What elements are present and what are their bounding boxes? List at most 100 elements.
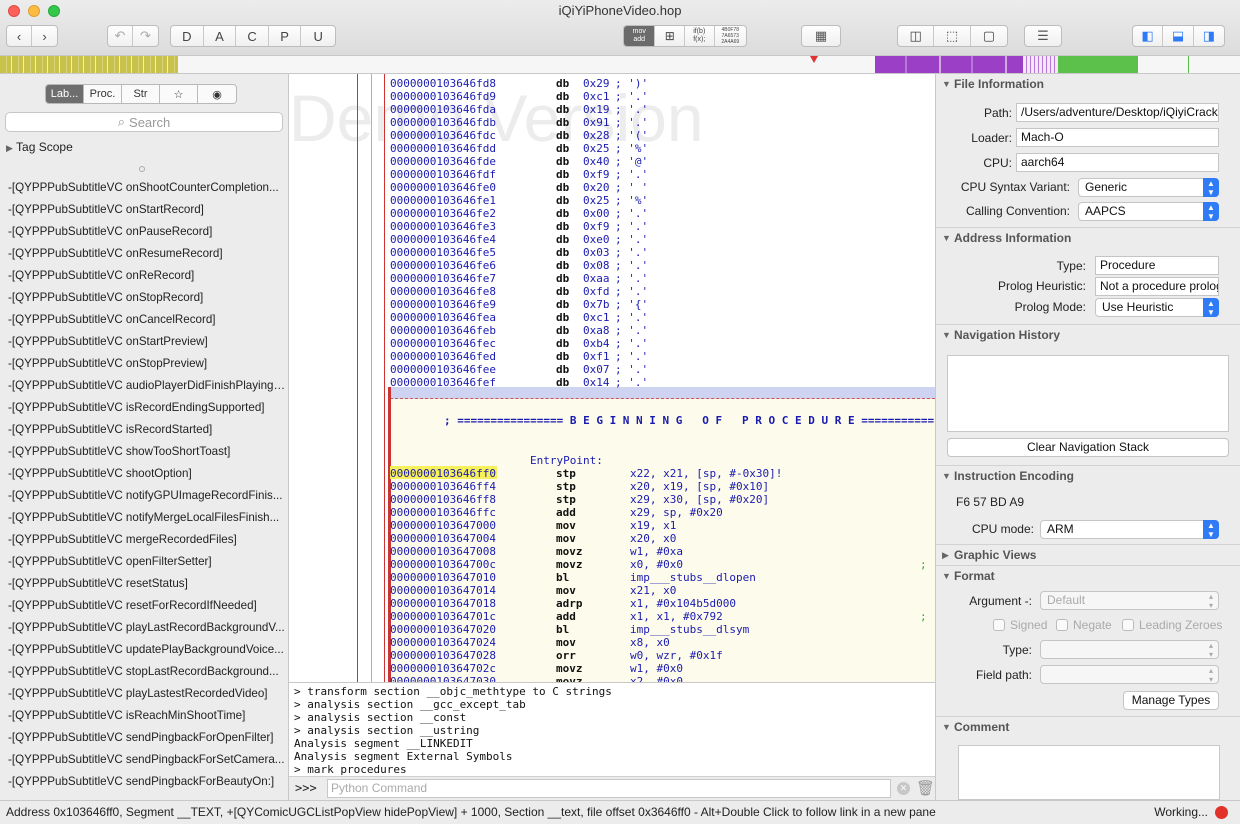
disasm-row[interactable]: 0000000103646fea db 0xc1 ; '.' (390, 311, 648, 324)
tab-labels[interactable]: Lab... (46, 85, 84, 103)
disasm-row[interactable]: 0000000103646fe4 db 0xe0 ; '.' (390, 233, 648, 246)
disasm-row[interactable]: 0000000103646ff4 stp x20, x19, [sp, #0x10] (390, 480, 769, 493)
address[interactable]: 000000010364701c (390, 610, 496, 623)
manage-types-button[interactable]: Manage Types (1123, 691, 1219, 710)
list-item[interactable]: -[QYPPPubSubtitleVC onReRecord] (8, 265, 286, 287)
asm-view-button[interactable]: mov add (624, 26, 656, 46)
disasm-row[interactable]: 0000000103646fe6 db 0x08 ; '.' (390, 259, 648, 272)
disasm-row[interactable]: 0000000103646fdc db 0x28 ; '(' (390, 129, 648, 142)
address[interactable]: 0000000103646fd9 (390, 90, 496, 103)
section-comment[interactable]: ▼ Comment (936, 716, 1240, 736)
disasm-row[interactable]: 0000000103646fe3 db 0xf9 ; '.' (390, 220, 648, 233)
prolog-heuristic-field[interactable]: Not a procedure prolog (1095, 277, 1219, 296)
debugger-button[interactable]: ▦ (801, 25, 841, 47)
list-item[interactable]: -[QYPPPubSubtitleVC notifyGPUImageRecord… (8, 485, 286, 507)
address[interactable]: 0000000103646fe7 (390, 272, 496, 285)
address[interactable]: 0000000103646feb (390, 324, 496, 337)
address[interactable]: 0000000103647004 (390, 532, 496, 545)
address[interactable]: 0000000103646fda (390, 103, 496, 116)
disasm-row[interactable]: 0000000103646fe5 db 0x03 ; '.' (390, 246, 648, 259)
list-item[interactable]: -[QYPPPubSubtitleVC onStopRecord] (8, 287, 286, 309)
disasm-row[interactable]: 0000000103646fe9 db 0x7b ; '{' (390, 298, 648, 311)
disasm-row[interactable]: 0000000103646fe7 db 0xaa ; '.' (390, 272, 648, 285)
section-format[interactable]: ▼ Format (936, 565, 1240, 585)
disasm-row[interactable]: 0000000103646feb db 0xa8 ; '.' (390, 324, 648, 337)
disasm-row[interactable]: 0000000103646fe8 db 0xfd ; '.' (390, 285, 648, 298)
path-field[interactable]: /Users/adventure/Desktop/iQiyiCrack/ (1016, 103, 1219, 122)
split-vertical-button[interactable]: ◫ (898, 26, 935, 46)
toggle-left-panel-button[interactable]: ◧ (1133, 26, 1164, 46)
type-field[interactable]: Procedure (1095, 256, 1219, 275)
forward-button[interactable]: › (32, 26, 57, 46)
toggle-bottom-panel-button[interactable]: ⬓ (1163, 26, 1194, 46)
search-input[interactable]: ⌕ Search (5, 112, 283, 132)
section-instruction-encoding[interactable]: ▼ Instruction Encoding (936, 465, 1240, 485)
tab-strings[interactable]: Str (122, 85, 160, 103)
address[interactable]: 0000000103646fe0 (390, 181, 496, 194)
mode-p-button[interactable]: P (269, 26, 302, 46)
cfg-view-button[interactable]: ⊞ (655, 26, 685, 46)
list-item[interactable]: -[QYPPPubSubtitleVC onCancelRecord] (8, 309, 286, 331)
mode-c-button[interactable]: C (236, 26, 269, 46)
tab-bookmarks[interactable]: ☆ (160, 85, 198, 103)
cpu-syntax-select[interactable]: Generic ▲ ▼ (1078, 178, 1219, 197)
list-item[interactable]: -[QYPPPubSubtitleVC sendPingbackForBeaut… (8, 771, 286, 793)
comment-textarea[interactable] (958, 745, 1220, 800)
list-item[interactable]: -[QYPPPubSubtitleVC isRecordEndingSuppor… (8, 397, 286, 419)
address[interactable]: 0000000103646fe4 (390, 233, 496, 246)
address[interactable]: 0000000103646fe6 (390, 259, 496, 272)
address[interactable]: 0000000103646ffc (390, 506, 496, 519)
address[interactable]: 000000010364702c (390, 662, 496, 675)
list-item[interactable]: -[QYPPPubSubtitleVC playLastRecordBackgr… (8, 617, 286, 639)
address[interactable]: 0000000103646fdf (390, 168, 496, 181)
list-item[interactable]: -[QYPPPubSubtitleVC onStartPreview] (8, 331, 286, 353)
single-pane-button[interactable]: ▢ (971, 26, 1007, 46)
list-item[interactable]: -[QYPPPubSubtitleVC isRecordStarted] (8, 419, 286, 441)
disasm-row[interactable]: 000000010364702c movz w1, #0x0 (390, 662, 683, 675)
section-navigation-history[interactable]: ▼ Navigation History (936, 324, 1240, 344)
address[interactable]: 0000000103647024 (390, 636, 496, 649)
section-graphic-views[interactable]: ▶ Graphic Views (936, 544, 1240, 564)
splitter-handle[interactable] (139, 166, 145, 172)
redo-button[interactable]: ↷ (133, 26, 158, 46)
back-button[interactable]: ‹ (7, 26, 33, 46)
address[interactable]: 0000000103646fe2 (390, 207, 496, 220)
address[interactable]: 0000000103646fee (390, 363, 496, 376)
list-item[interactable]: -[QYPPPubSubtitleVC resetStatus] (8, 573, 286, 595)
disasm-row[interactable]: 0000000103646ff8 stp x29, x30, [sp, #0x20] (390, 493, 769, 506)
disasm-row[interactable]: 0000000103646fdb db 0x91 ; '.' (390, 116, 648, 129)
address[interactable]: 0000000103646ff4 (390, 480, 496, 493)
address[interactable]: 0000000103646fd8 (390, 77, 496, 90)
cpu-mode-select[interactable]: ARM ▲ ▼ (1040, 520, 1219, 539)
navigation-history-list[interactable] (947, 355, 1229, 432)
address[interactable]: 0000000103646fec (390, 337, 496, 350)
list-item[interactable]: -[QYPPPubSubtitleVC sendPingbackForOpenF… (8, 727, 286, 749)
disasm-row[interactable]: 0000000103646fdd db 0x25 ; '%' (390, 142, 648, 155)
tab-procedures[interactable]: Proc. (84, 85, 122, 103)
tab-tags[interactable]: ◉ (198, 85, 236, 103)
list-item[interactable]: -[QYPPPubSubtitleVC updatePlayBackground… (8, 639, 286, 661)
disasm-row[interactable]: 0000000103647010 bl imp___stubs__dlopen (390, 571, 756, 584)
mode-a-button[interactable]: A (204, 26, 237, 46)
prolog-mode-select[interactable]: Use Heuristic ▲ ▼ (1095, 298, 1219, 317)
trash-icon[interactable]: 🗑 (916, 779, 935, 797)
disasm-row[interactable]: 0000000103646fed db 0xf1 ; '.' (390, 350, 648, 363)
address[interactable]: 0000000103646fdd (390, 142, 496, 155)
disasm-row[interactable]: 000000010364700c movz x0, #0x0 (390, 558, 683, 571)
list-item[interactable]: -[QYPPPubSubtitleVC mergeRecordedFiles] (8, 529, 286, 551)
list-item[interactable]: -[QYPPPubSubtitleVC onShootCounterComple… (8, 177, 286, 199)
list-item[interactable]: -[QYPPPubSubtitleVC stopLastRecordBackgr… (8, 661, 286, 683)
list-item[interactable]: -[QYPPPubSubtitleVC showTooShortToast] (8, 441, 286, 463)
negate-checkbox[interactable]: Negate (1056, 618, 1112, 632)
python-command-input[interactable]: Python Command (327, 779, 891, 798)
list-item[interactable]: -[QYPPPubSubtitleVC audioPlayerDidFinish… (8, 375, 286, 397)
disasm-row[interactable]: 0000000103646fdf db 0xf9 ; '.' (390, 168, 648, 181)
loader-field[interactable]: Mach-O (1016, 128, 1219, 147)
address[interactable]: 0000000103646fe1 (390, 194, 496, 207)
list-item[interactable]: -[QYPPPubSubtitleVC sendPingbackForSetCa… (8, 749, 286, 771)
disasm-row[interactable]: 0000000103647004 mov x20, x0 (390, 532, 676, 545)
address[interactable]: 0000000103647000 (390, 519, 496, 532)
list-item[interactable]: -[QYPPPubSubtitleVC onStopPreview] (8, 353, 286, 375)
split-horizontal-button[interactable]: ⬚ (934, 26, 971, 46)
list-item[interactable]: -[QYPPPubSubtitleVC onResumeRecord] (8, 243, 286, 265)
